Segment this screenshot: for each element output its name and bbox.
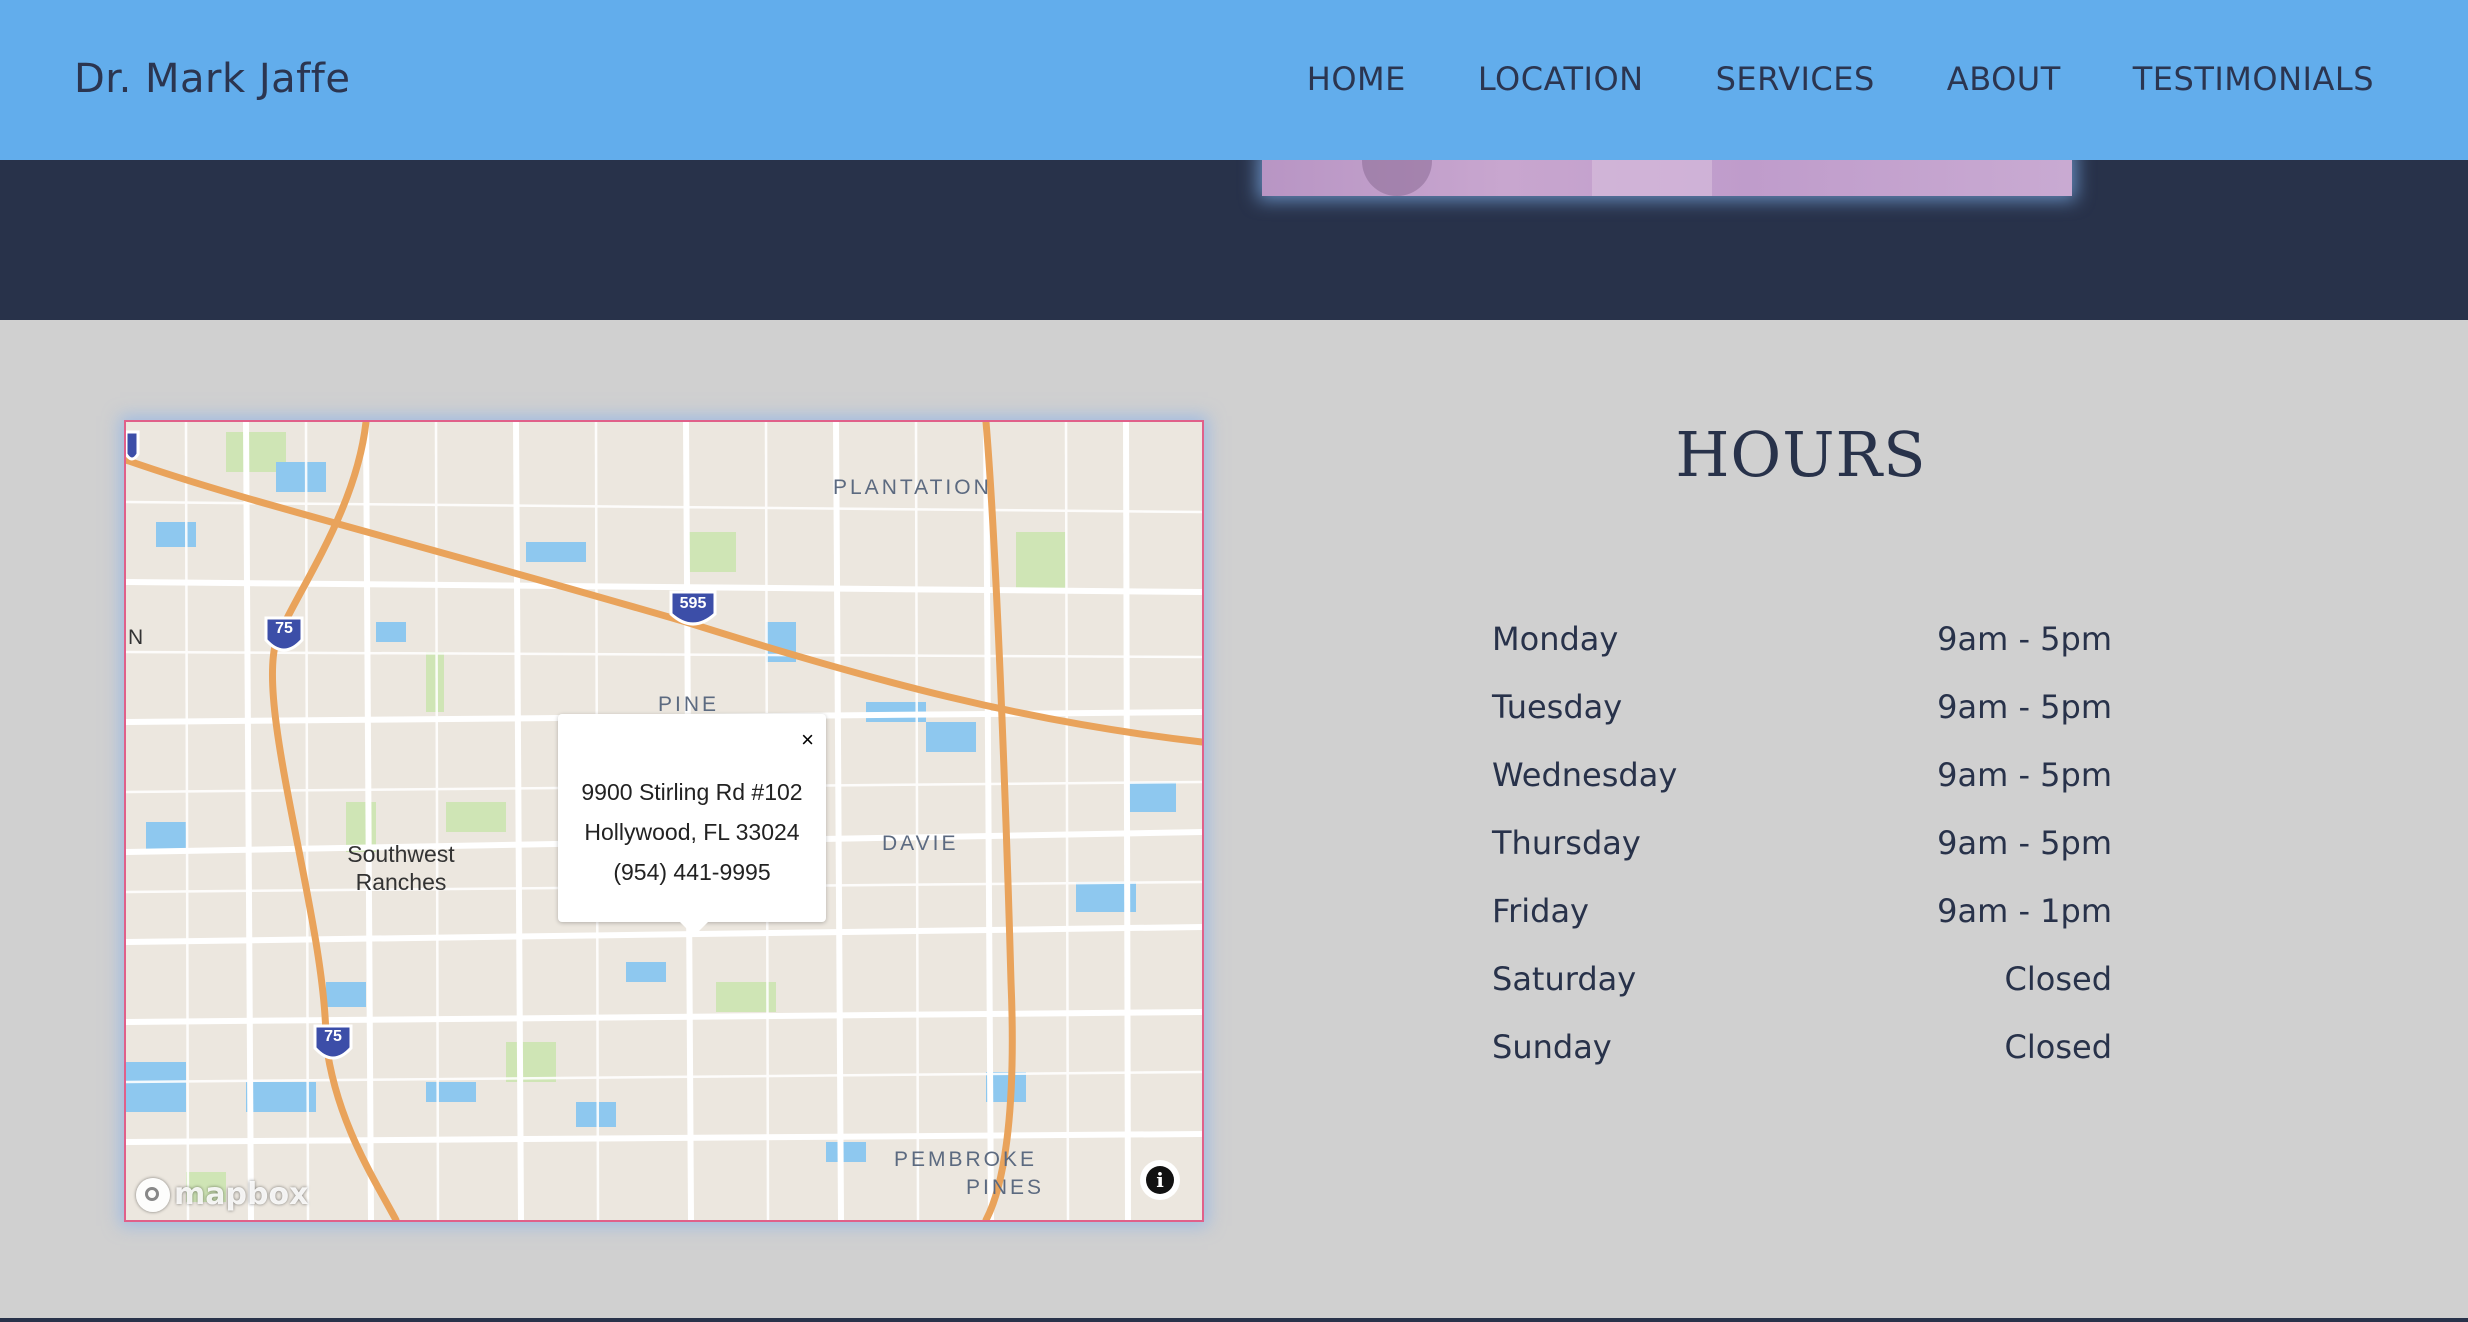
hours-title: HOURS xyxy=(1675,418,1927,491)
hours-time: 9am - 5pm xyxy=(1937,824,2112,862)
nav-services[interactable]: SERVICES xyxy=(1716,60,1875,98)
nav-location[interactable]: LOCATION xyxy=(1478,60,1644,98)
hours-time: 9am - 1pm xyxy=(1937,892,2112,930)
map-label-plantation: PLANTATION xyxy=(833,476,992,499)
footer-divider xyxy=(0,1318,2468,1322)
hours-row: Monday 9am - 5pm xyxy=(1492,620,2112,688)
map-label-southwest-ranches: Southwest Ranches xyxy=(326,840,476,896)
map-label-edge: N xyxy=(128,626,144,649)
map-label-pines: PINES xyxy=(966,1176,1045,1199)
hours-table: Monday 9am - 5pm Tuesday 9am - 5pm Wedne… xyxy=(1492,620,2112,1096)
hours-time: 9am - 5pm xyxy=(1937,620,2112,658)
mapbox-logo[interactable]: mapbox xyxy=(136,1177,308,1212)
attribution-button[interactable]: i xyxy=(1140,1160,1180,1200)
hours-row: Thursday 9am - 5pm xyxy=(1492,824,2112,892)
address-popup: × 9900 Stirling Rd #102 Hollywood, FL 33… xyxy=(558,714,826,936)
shield-75-north: 75 xyxy=(275,620,293,637)
nav-home[interactable]: HOME xyxy=(1307,60,1406,98)
hours-time: 9am - 5pm xyxy=(1937,688,2112,726)
map-label-davie: DAVIE xyxy=(882,832,959,855)
location-map[interactable]: PLANTATION PINE DAVIE PEMBROKE PINES N S… xyxy=(124,420,1204,1222)
map-label-pembroke: PEMBROKE xyxy=(894,1148,1038,1171)
hours-day: Thursday xyxy=(1492,824,1641,862)
address-line1: 9900 Stirling Rd #102 xyxy=(581,779,803,805)
shield-75-south: 75 xyxy=(324,1028,342,1045)
hours-row: Tuesday 9am - 5pm xyxy=(1492,688,2112,756)
map-label-sw-line1: Southwest xyxy=(347,841,455,867)
hours-day: Monday xyxy=(1492,620,1619,658)
hours-day: Tuesday xyxy=(1492,688,1623,726)
hours-day: Wednesday xyxy=(1492,756,1678,794)
site-header: Dr. Mark Jaffe HOME LOCATION SERVICES AB… xyxy=(0,0,2468,160)
nav-about[interactable]: ABOUT xyxy=(1947,60,2061,98)
hours-day: Sunday xyxy=(1492,1028,1612,1066)
mapbox-mark-icon xyxy=(136,1177,170,1212)
phone-number[interactable]: (954) 441-9995 xyxy=(558,852,826,892)
hours-row: Sunday Closed xyxy=(1492,1028,2112,1096)
hours-time: Closed xyxy=(2004,960,2112,998)
hero-band xyxy=(0,160,2468,320)
main-nav: HOME LOCATION SERVICES ABOUT TESTIMONIAL… xyxy=(1307,60,2374,98)
hours-day: Friday xyxy=(1492,892,1589,930)
close-icon[interactable]: × xyxy=(801,720,814,760)
site-brand[interactable]: Dr. Mark Jaffe xyxy=(74,56,350,102)
hours-row: Wednesday 9am - 5pm xyxy=(1492,756,2112,824)
map-label-sw-line2: Ranches xyxy=(355,869,447,895)
hours-time: Closed xyxy=(2004,1028,2112,1066)
info-icon: i xyxy=(1146,1166,1174,1194)
hours-day: Saturday xyxy=(1492,960,1637,998)
mapbox-wordmark: mapbox xyxy=(174,1177,309,1212)
address-line2: Hollywood, FL 33024 xyxy=(584,819,800,845)
nav-testimonials[interactable]: TESTIMONIALS xyxy=(2133,60,2374,98)
hours-time: 9am - 5pm xyxy=(1937,756,2112,794)
hours-row: Friday 9am - 1pm xyxy=(1492,892,2112,960)
shield-595: 595 xyxy=(679,595,707,612)
hours-row: Saturday Closed xyxy=(1492,960,2112,1028)
